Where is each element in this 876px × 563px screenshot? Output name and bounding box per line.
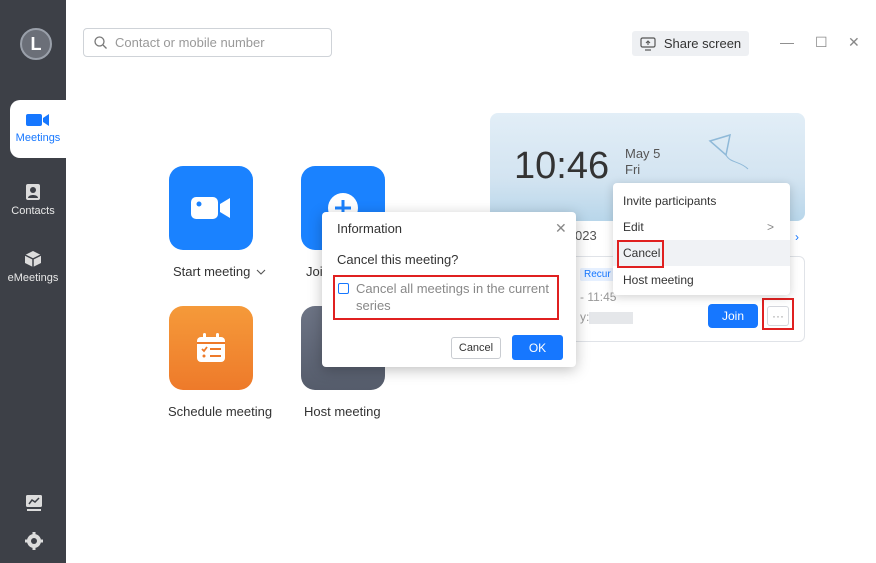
share-screen-icon bbox=[640, 36, 656, 51]
sidebar-item-label: eMeetings bbox=[7, 272, 59, 284]
sidebar-item-label: Contacts bbox=[11, 205, 55, 217]
schedule-meeting-label[interactable]: Schedule meeting bbox=[168, 404, 272, 419]
clock-date: May 5 Fri bbox=[625, 146, 661, 177]
emeetings-cube-icon bbox=[24, 251, 42, 267]
chevron-right-icon[interactable]: › bbox=[795, 230, 799, 244]
dialog-title: Information bbox=[337, 221, 403, 236]
meeting-time: - 11:45 bbox=[580, 290, 617, 304]
start-meeting-label[interactable]: Start meeting bbox=[173, 264, 266, 279]
sidebar-item-meetings[interactable]: Meetings bbox=[10, 100, 66, 158]
search-placeholder: Contact or mobile number bbox=[115, 35, 265, 50]
meeting-date: 023 bbox=[575, 228, 597, 243]
calendar-checklist-icon bbox=[197, 333, 225, 362]
organizer-name-redacted bbox=[589, 312, 633, 324]
share-screen-label: Share screen bbox=[663, 36, 742, 51]
minimize-button[interactable]: — bbox=[780, 34, 794, 50]
cancel-button[interactable]: Cancel bbox=[451, 337, 501, 359]
dialog-question: Cancel this meeting? bbox=[337, 252, 459, 267]
maximize-button[interactable]: ☐ bbox=[815, 34, 828, 51]
close-icon[interactable]: ✕ bbox=[555, 220, 567, 237]
chevron-right-icon: > bbox=[766, 220, 774, 234]
sidebar-item-label: Meetings bbox=[15, 132, 61, 144]
share-screen-button[interactable]: Share screen bbox=[632, 31, 749, 56]
search-icon bbox=[94, 36, 107, 49]
menu-item-edit[interactable]: Edit > bbox=[613, 214, 790, 240]
screen-projection-icon[interactable] bbox=[25, 494, 43, 512]
close-window-button[interactable]: ✕ bbox=[848, 34, 860, 51]
ok-button[interactable]: OK bbox=[512, 335, 563, 360]
menu-item-host-meeting[interactable]: Host meeting bbox=[613, 267, 790, 293]
clock-time: 10:46 bbox=[514, 145, 610, 187]
video-camera-icon bbox=[191, 197, 230, 219]
recurring-badge: Recur bbox=[580, 268, 615, 281]
meeting-organizer-label: y: bbox=[580, 310, 590, 324]
meeting-context-menu: Invite participants Edit > Cancel Host m… bbox=[613, 183, 790, 295]
sidebar-item-emeetings[interactable]: eMeetings bbox=[0, 250, 66, 284]
join-meeting-label[interactable]: Joi bbox=[306, 264, 323, 279]
sidebar-item-contacts[interactable]: Contacts bbox=[0, 183, 66, 217]
highlight-box bbox=[762, 298, 794, 330]
highlight-box bbox=[617, 240, 664, 268]
chevron-down-icon[interactable] bbox=[256, 269, 266, 276]
settings-gear-icon[interactable] bbox=[25, 532, 43, 550]
kite-illustration-icon bbox=[708, 133, 749, 170]
video-camera-icon bbox=[26, 114, 49, 126]
search-input[interactable]: Contact or mobile number bbox=[83, 28, 332, 57]
contacts-book-icon bbox=[26, 184, 40, 200]
schedule-meeting-button[interactable] bbox=[169, 306, 253, 390]
sidebar: L Meetings Contacts eMeetings bbox=[0, 0, 66, 563]
app-logo: L bbox=[20, 28, 52, 60]
highlight-box bbox=[333, 275, 559, 320]
start-meeting-button[interactable] bbox=[169, 166, 253, 250]
menu-item-invite-participants[interactable]: Invite participants bbox=[613, 188, 790, 214]
join-button[interactable]: Join bbox=[708, 304, 758, 328]
host-meeting-label[interactable]: Host meeting bbox=[304, 404, 381, 419]
